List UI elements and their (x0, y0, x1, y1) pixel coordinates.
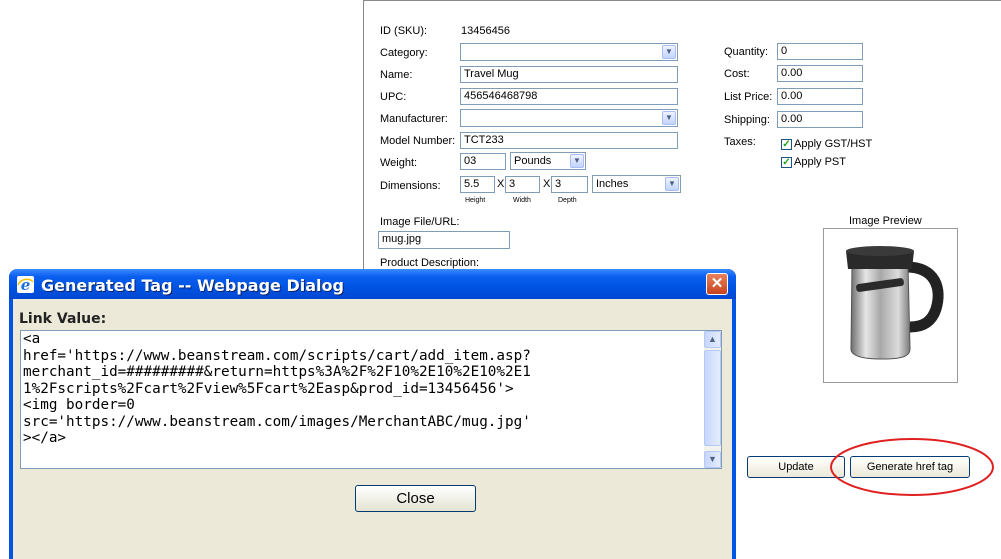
mug-image (846, 246, 944, 360)
manufacturer-select[interactable]: ▼ (460, 109, 678, 127)
dimension-separator: X (497, 178, 505, 190)
dialog-titlebar[interactable]: e Generated Tag -- Webpage Dialog ✕ (9, 269, 736, 299)
generated-tag-dialog: e Generated Tag -- Webpage Dialog ✕ Link… (9, 269, 736, 559)
taxes-label: Taxes: (724, 136, 756, 148)
dimension-unit-value: Inches (596, 178, 629, 190)
dialog-body: Link Value: <a href='https://www.beanstr… (13, 299, 732, 559)
dialog-title: Generated Tag -- Webpage Dialog (41, 276, 344, 295)
sku-label: ID (SKU): (380, 25, 428, 37)
quantity-label: Quantity: (724, 46, 769, 58)
image-preview-label: Image Preview (849, 215, 922, 227)
upc-label: UPC: (380, 91, 407, 103)
category-label: Category: (380, 47, 428, 59)
chevron-down-icon: ▼ (665, 177, 679, 191)
height-caption: Height (465, 197, 486, 204)
check-icon: ✓ (782, 157, 791, 168)
chevron-down-icon: ▼ (662, 111, 676, 125)
close-button[interactable]: Close (355, 485, 476, 512)
image-file-label: Image File/URL: (380, 216, 460, 228)
height-field[interactable]: 5.5 (460, 176, 495, 193)
shipping-field[interactable]: 0.00 (777, 111, 863, 128)
cost-field[interactable]: 0.00 (777, 65, 863, 82)
vertical-scrollbar[interactable]: ▲ ▼ (704, 331, 721, 468)
width-field[interactable]: 3 (505, 176, 540, 193)
link-value-label: Link Value: (19, 311, 107, 327)
model-number-field[interactable]: TCT233 (460, 132, 678, 149)
highlight-circle (830, 438, 994, 496)
weight-field[interactable]: 03 (460, 153, 506, 170)
depth-field[interactable]: 3 (551, 176, 588, 193)
width-caption: Width (513, 197, 531, 204)
dimensions-label: Dimensions: (380, 180, 441, 192)
pst-checkbox[interactable]: ✓ (781, 157, 792, 168)
link-value-textarea[interactable]: <a href='https://www.beanstream.com/scri… (20, 330, 722, 469)
weight-unit-select[interactable]: Pounds ▼ (510, 152, 586, 170)
svg-text:e: e (21, 276, 31, 293)
name-label: Name: (380, 69, 413, 81)
product-description-label: Product Description: (380, 257, 480, 269)
weight-unit-value: Pounds (514, 155, 552, 167)
image-preview (823, 228, 958, 383)
check-icon: ✓ (782, 139, 791, 150)
gst-checkbox[interactable]: ✓ (781, 139, 792, 150)
close-icon[interactable]: ✕ (706, 273, 728, 295)
internet-explorer-icon: e (17, 276, 34, 293)
scroll-up-icon[interactable]: ▲ (704, 331, 721, 348)
manufacturer-label: Manufacturer: (380, 113, 448, 125)
chevron-down-icon: ▼ (662, 45, 676, 59)
weight-label: Weight: (380, 157, 418, 169)
sku-value: 13456456 (461, 25, 510, 37)
gst-label: Apply GST/HST (794, 138, 873, 150)
upc-field[interactable]: 456546468798 (460, 88, 678, 105)
dimension-separator: X (543, 178, 551, 190)
link-value-text: <a href='https://www.beanstream.com/scri… (23, 331, 531, 446)
depth-caption: Depth (558, 197, 577, 204)
scroll-thumb[interactable] (704, 350, 721, 446)
image-file-field[interactable]: mug.jpg (378, 231, 510, 249)
cost-label: Cost: (724, 68, 750, 80)
list-price-label: List Price: (724, 91, 773, 103)
category-select[interactable]: ▼ (460, 43, 678, 61)
chevron-down-icon: ▼ (570, 154, 584, 168)
model-number-label: Model Number: (380, 135, 456, 147)
name-field[interactable]: Travel Mug (460, 66, 678, 83)
scroll-down-icon[interactable]: ▼ (704, 451, 721, 468)
list-price-field[interactable]: 0.00 (777, 88, 863, 105)
shipping-label: Shipping: (724, 114, 770, 126)
quantity-field[interactable]: 0 (777, 43, 863, 60)
dimension-unit-select[interactable]: Inches ▼ (592, 175, 681, 193)
pst-label: Apply PST (794, 156, 846, 168)
